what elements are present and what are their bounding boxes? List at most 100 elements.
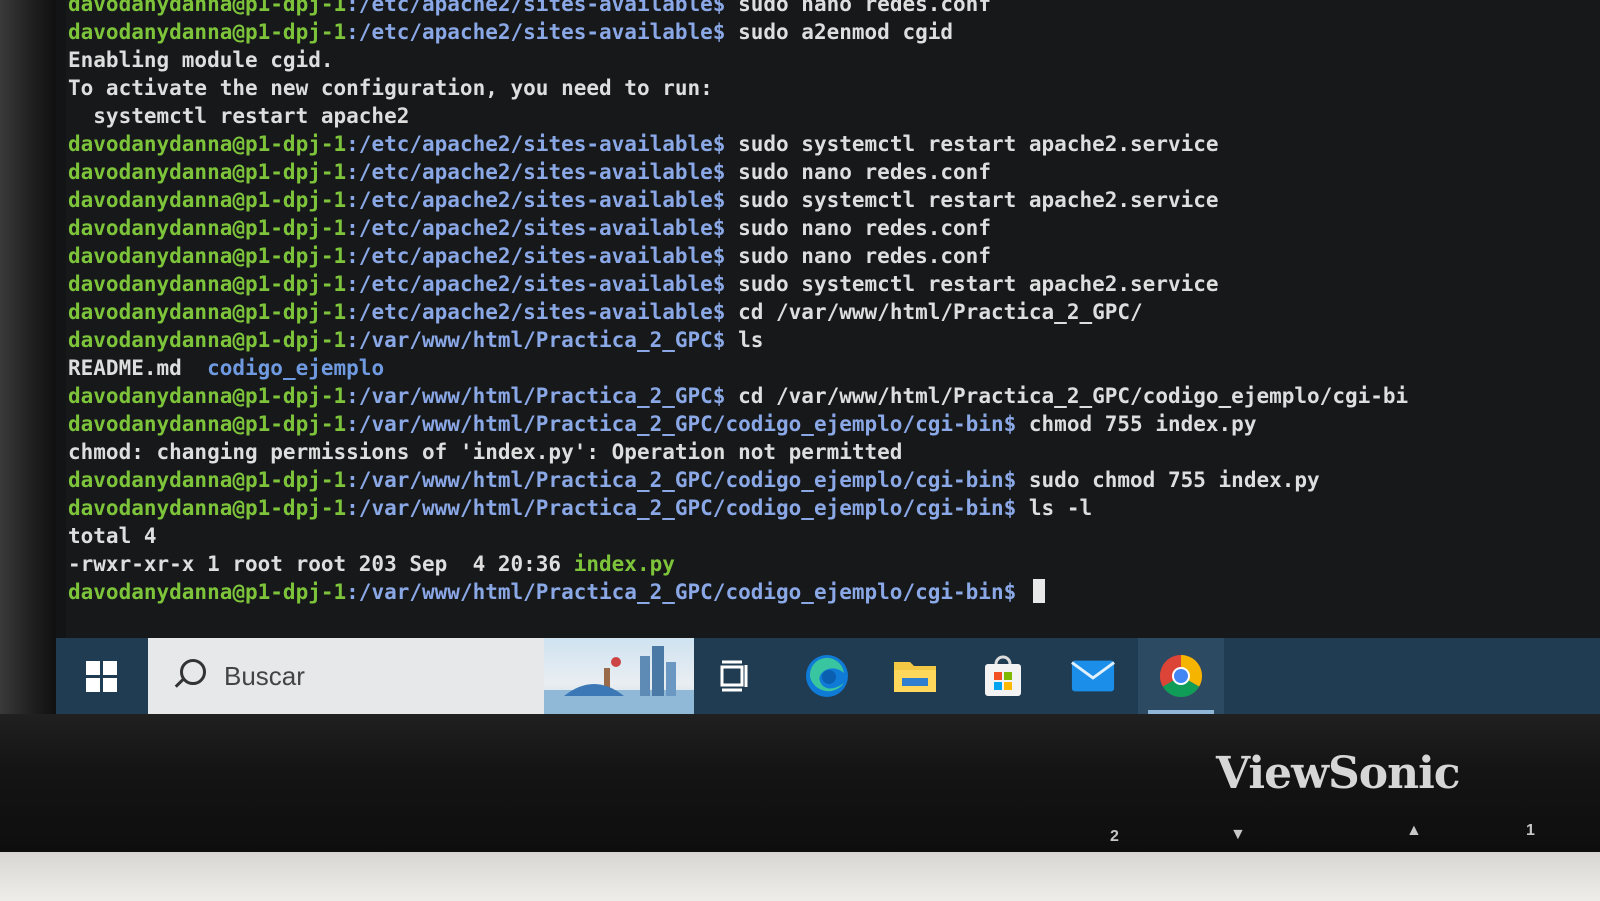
terminal-line: systemctl restart apache2 [68,102,1600,130]
monitor-button-2[interactable]: 2 [1110,828,1119,846]
terminal-line: davodanydanna@p1-dpj-1:/etc/apache2/site… [68,186,1600,214]
output-text: Enabling module cgid. [68,48,334,72]
command-text: cd /var/www/html/Practica_2_GPC/ [725,300,1143,324]
task-view-icon [720,660,748,692]
terminal-line: davodanydanna@p1-dpj-1:/etc/apache2/site… [68,242,1600,270]
monitor-bezel-left [0,0,56,720]
monitor-screen: davodanydanna@p1-dpj-1:/etc/apache2/site… [56,0,1600,716]
prompt-path: :/etc/apache2/sites-available$ [346,216,726,240]
prompt-path: :/var/www/html/Practica_2_GPC/codigo_eje… [346,580,1017,604]
command-text: sudo nano redes.conf [725,216,991,240]
terminal-line: davodanydanna@p1-dpj-1:/var/www/html/Pra… [68,578,1600,606]
search-icon [172,659,206,693]
command-text: chmod 755 index.py [1016,412,1257,436]
prompt-path: :/etc/apache2/sites-available$ [346,188,726,212]
command-text: ls [725,328,764,352]
prompt-user: davodanydanna@p1-dpj-1 [68,468,347,492]
terminal-line: total 4 [68,522,1600,550]
terminal-line: davodanydanna@p1-dpj-1:/var/www/html/Pra… [68,326,1600,354]
edge-icon [806,655,848,697]
start-button[interactable] [70,654,132,698]
terminal-line: -rwxr-xr-x 1 root root 203 Sep 4 20:36 i… [68,550,1600,578]
prompt-user: davodanydanna@p1-dpj-1 [68,0,347,16]
command-text: sudo systemctl restart apache2.service [725,188,1219,212]
prompt-path: :/etc/apache2/sites-available$ [346,300,726,324]
command-text: cd /var/www/html/Practica_2_GPC/codigo_e… [725,384,1409,408]
terminal-line: davodanydanna@p1-dpj-1:/etc/apache2/site… [68,130,1600,158]
command-text: sudo nano redes.conf [725,160,991,184]
terminal-line: davodanydanna@p1-dpj-1:/etc/apache2/site… [68,158,1600,186]
command-text: sudo nano redes.conf [725,244,991,268]
prompt-user: davodanydanna@p1-dpj-1 [68,384,347,408]
microsoft-store-button[interactable] [980,654,1026,698]
command-text: sudo systemctl restart apache2.service [725,132,1219,156]
prompt-user: davodanydanna@p1-dpj-1 [68,132,347,156]
taskbar: Buscar [56,638,1600,714]
command-text: ls -l [1016,496,1093,520]
windows-start-icon [85,660,117,692]
file-explorer-icon [894,662,936,692]
prompt-path: :/var/www/html/Practica_2_GPC/codigo_eje… [346,412,1017,436]
mail-icon [1071,660,1115,692]
output-text: To activate the new configuration, you n… [68,76,713,100]
monitor-brand-logo: ViewSonic [1216,748,1461,799]
output-text: systemctl restart apache2 [68,104,410,128]
terminal-line: davodanydanna@p1-dpj-1:/var/www/html/Pra… [68,382,1600,410]
terminal-line: README.md codigo_ejemplo [68,354,1600,382]
terminal-line: davodanydanna@p1-dpj-1:/etc/apache2/site… [68,0,1600,18]
terminal-cursor [1032,579,1045,603]
prompt-user: davodanydanna@p1-dpj-1 [68,300,347,324]
file-entry: README.md [68,356,182,380]
terminal-line: Enabling module cgid. [68,46,1600,74]
chrome-icon [1159,655,1203,698]
edge-button[interactable] [804,654,850,698]
terminal-line: davodanydanna@p1-dpj-1:/var/www/html/Pra… [68,494,1600,522]
prompt-user: davodanydanna@p1-dpj-1 [68,244,347,268]
command-text [1016,580,1029,604]
prompt-path: :/etc/apache2/sites-available$ [346,272,726,296]
desk-surface [0,852,1600,901]
monitor-button-up[interactable]: ▲ [1406,822,1422,840]
output-text: total 4 [68,524,157,548]
monitor-button-1[interactable]: 1 [1526,822,1535,840]
prompt-path: :/etc/apache2/sites-available$ [346,244,726,268]
command-text: sudo chmod 755 index.py [1016,468,1320,492]
file-listing: -rwxr-xr-x 1 root root 203 Sep 4 20:36 [68,552,574,576]
prompt-user: davodanydanna@p1-dpj-1 [68,216,347,240]
search-placeholder: Buscar [224,660,305,691]
prompt-user: davodanydanna@p1-dpj-1 [68,272,347,296]
prompt-path: :/var/www/html/Practica_2_GPC$ [346,328,726,352]
prompt-user: davodanydanna@p1-dpj-1 [68,328,347,352]
executable-file: index.py [573,552,675,576]
terminal-line: davodanydanna@p1-dpj-1:/etc/apache2/site… [68,18,1600,46]
prompt-path: :/var/www/html/Practica_2_GPC/codigo_eje… [346,468,1017,492]
command-text: sudo a2enmod cgid [725,20,954,44]
directory-entry: codigo_ejemplo [207,356,385,380]
prompt-user: davodanydanna@p1-dpj-1 [68,412,347,436]
task-view-button[interactable] [712,654,758,698]
file-explorer-button[interactable] [892,654,938,698]
terminal-window[interactable]: davodanydanna@p1-dpj-1:/etc/apache2/site… [66,0,1600,638]
search-highlight-illustration [544,638,694,714]
prompt-path: :/etc/apache2/sites-available$ [346,160,726,184]
monitor-button-down[interactable]: ▼ [1230,826,1246,844]
terminal-line: davodanydanna@p1-dpj-1:/etc/apache2/site… [68,214,1600,242]
prompt-path: :/etc/apache2/sites-available$ [346,0,726,16]
prompt-user: davodanydanna@p1-dpj-1 [68,160,347,184]
terminal-line: chmod: changing permissions of 'index.py… [68,438,1600,466]
prompt-path: :/var/www/html/Practica_2_GPC$ [346,384,726,408]
prompt-user: davodanydanna@p1-dpj-1 [68,20,347,44]
output-text: chmod: changing permissions of 'index.py… [68,440,903,464]
terminal-line: davodanydanna@p1-dpj-1:/var/www/html/Pra… [68,410,1600,438]
prompt-user: davodanydanna@p1-dpj-1 [68,496,347,520]
taskbar-search-box[interactable]: Buscar [148,638,694,714]
prompt-path: :/etc/apache2/sites-available$ [346,132,726,156]
command-text: sudo systemctl restart apache2.service [725,272,1219,296]
terminal-line: davodanydanna@p1-dpj-1:/var/www/html/Pra… [68,466,1600,494]
terminal-line: davodanydanna@p1-dpj-1:/etc/apache2/site… [68,270,1600,298]
microsoft-store-icon [985,655,1021,696]
chrome-button[interactable] [1158,654,1204,698]
mail-button[interactable] [1070,654,1116,698]
prompt-user: davodanydanna@p1-dpj-1 [68,580,347,604]
prompt-path: :/etc/apache2/sites-available$ [346,20,726,44]
